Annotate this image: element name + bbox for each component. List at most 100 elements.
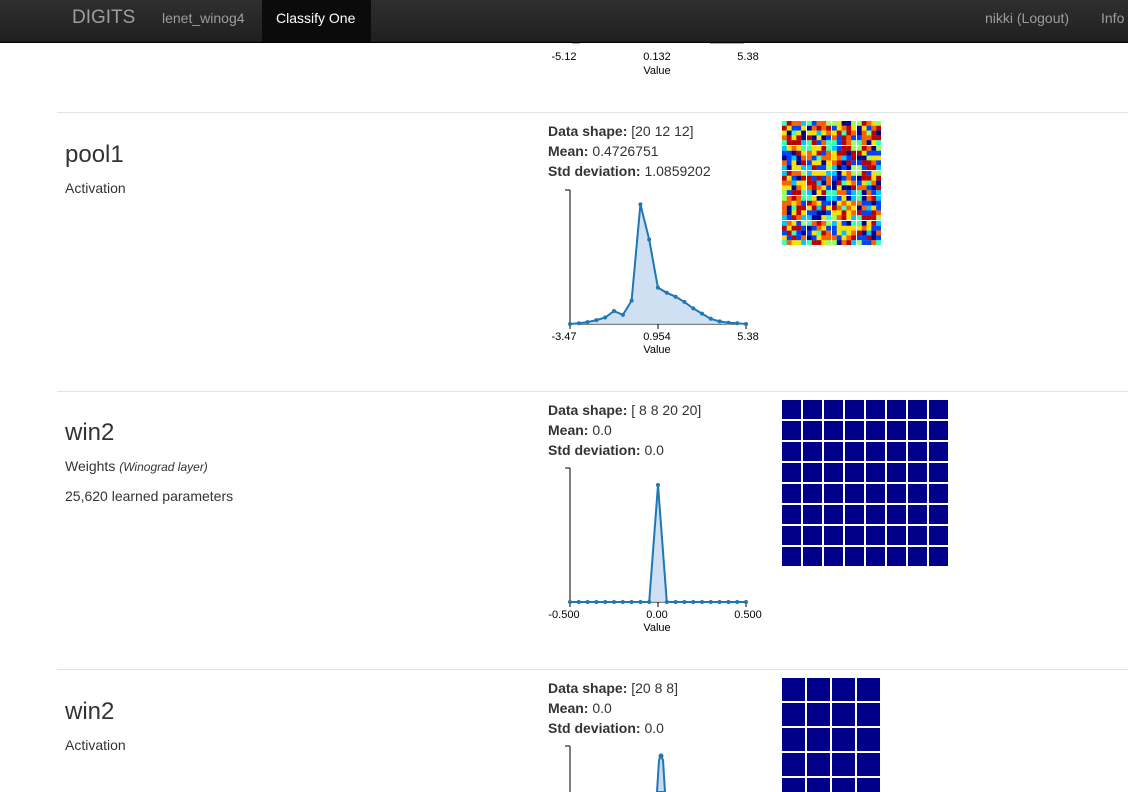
tile-pixel [846,215,852,220]
tile-pixel [841,140,847,145]
tile-pixel [801,180,806,186]
tile-pixel [832,121,837,126]
tile-pixel [816,121,822,126]
tile-pixel [836,205,842,211]
tile-pixel [857,155,862,161]
tile-pixel [791,210,797,216]
tile-pixel [816,125,822,131]
tile-pixel [826,190,831,195]
tile-pixel [782,230,787,236]
tile-pixel [857,180,862,186]
tile-pixel [811,146,817,151]
nav-classify-one[interactable]: Classify One [262,0,371,42]
logout-link[interactable]: nikki (Logout) [985,10,1069,26]
tile-pixel [816,155,822,161]
tile-pixel [846,160,852,166]
tile-pixel [876,140,881,145]
activation-tile [832,121,856,145]
grid-cell [832,678,855,701]
tile-pixel [846,235,852,241]
tile-pixel [801,210,806,216]
grid-cell [845,463,864,482]
tile-pixel [861,230,867,236]
grid-cell [866,547,885,566]
brand-logo[interactable]: DIGITS [72,7,135,29]
tile-pixel [807,155,812,161]
grid-cell [887,505,906,524]
tile-pixel [866,175,872,181]
tile-pixel [801,235,806,241]
tile-pixel [846,221,852,226]
tile-pixel [811,196,817,201]
tile-pixel [866,130,872,136]
grid-cell [824,442,843,461]
info-link[interactable]: Info [1101,10,1124,26]
tile-pixel [796,205,802,211]
tile-pixel [832,125,837,131]
tile-pixel [796,130,802,136]
tile-pixel [821,215,827,220]
tile-pixel [782,180,787,186]
grid-cell [845,484,864,503]
tile-pixel [836,135,842,141]
tile-pixel [821,150,827,156]
grid-cell [887,484,906,503]
tile-pixel [832,240,837,245]
mean-label: Mean: [548,700,589,716]
tile-pixel [841,125,847,131]
tile-pixel [796,200,802,206]
tile-pixel [851,200,856,206]
tile-pixel [846,130,852,136]
tile-pixel [801,230,806,236]
tile-pixel [857,135,862,141]
tile-pixel [782,235,787,241]
tile-pixel [826,175,831,181]
nav-job-link[interactable]: lenet_winog4 [162,10,245,26]
tile-pixel [786,171,792,176]
tile-pixel [807,210,812,216]
mean-value: 0.0 [592,700,612,716]
tile-pixel [841,121,847,126]
tile-pixel [841,205,847,211]
tile-pixel [826,221,831,226]
tile-pixel [836,160,842,166]
grid-cell [803,400,822,419]
tile-pixel [832,230,837,236]
tile-pixel [876,121,881,126]
tile-pixel [796,215,802,220]
tile-pixel [866,146,872,151]
tile-pixel [801,200,806,206]
tile-pixel [816,215,822,220]
grid-cell [803,484,822,503]
tile-pixel [836,221,842,226]
tile-pixel [836,155,842,161]
grid-cell [887,400,906,419]
tile-pixel [871,160,877,166]
tile-pixel [816,205,822,211]
tile-pixel [836,196,842,201]
tile-pixel [841,185,847,191]
tile-pixel [866,165,872,170]
tile-pixel [876,146,881,151]
tile-pixel [791,130,797,136]
tile-pixel [786,215,792,220]
histogram-point [744,600,748,604]
tile-pixel [841,160,847,166]
tile-pixel [801,130,806,136]
tile-pixel [786,130,792,136]
tick-label: 0.00 [646,609,667,621]
grid-cell [929,463,948,482]
grid-cell [929,400,948,419]
tile-pixel [851,221,856,226]
tile-pixel [796,185,802,191]
tile-pixel [811,235,817,241]
tile-pixel [801,175,806,181]
grid-cell [807,678,830,701]
tile-pixel [816,146,822,151]
tile-pixel [796,160,802,166]
histogram-area [570,204,746,324]
tile-pixel [782,175,787,181]
histogram-point [735,321,740,326]
tile-pixel [866,225,872,231]
activation-tile [857,146,881,170]
